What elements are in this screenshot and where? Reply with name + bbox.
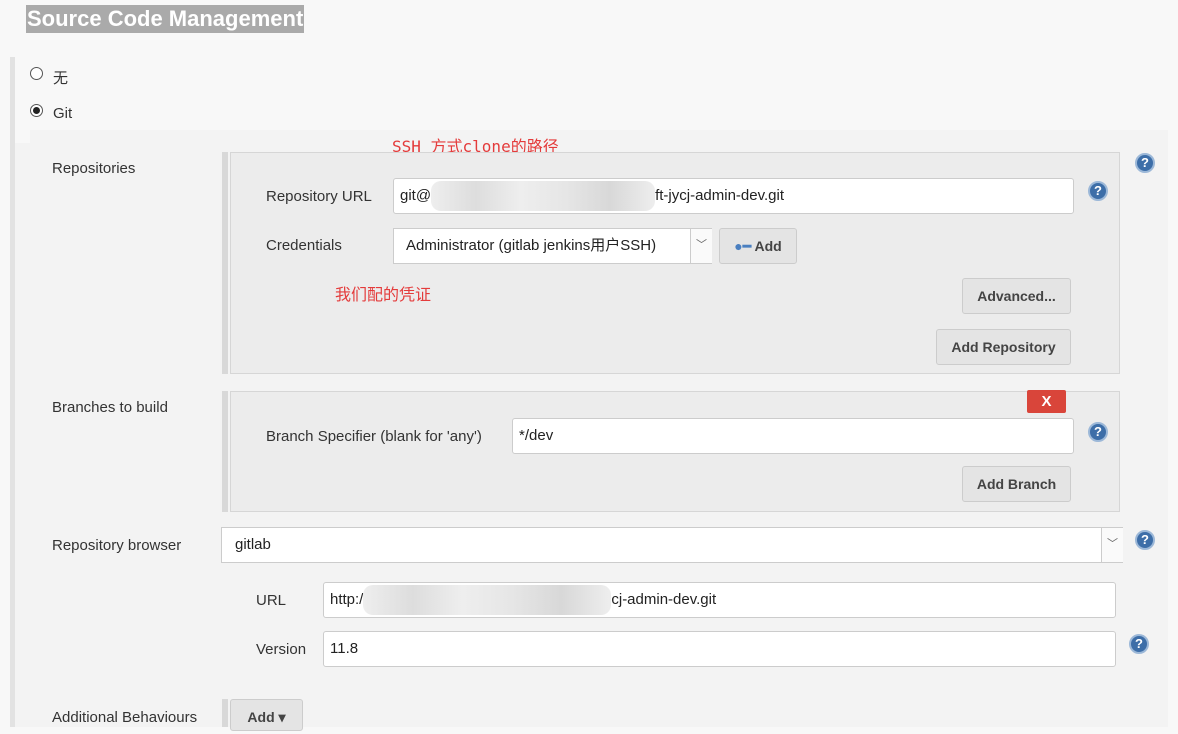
browser-url-input[interactable]: http:/ cj-admin-dev.git — [323, 582, 1116, 618]
additional-bar — [222, 699, 228, 727]
add-label: Add — [247, 709, 275, 725]
repositories-label: Repositories — [52, 160, 136, 177]
repository-url-input[interactable]: git@ ft-jycj-admin-dev.git — [393, 178, 1074, 214]
url-suffix: ft-jycj-admin-dev.git — [655, 187, 784, 204]
redacted-blur — [363, 585, 612, 616]
url-suffix: cj-admin-dev.git — [611, 591, 717, 608]
browser-url-label: URL — [256, 592, 287, 609]
chevron-down-icon[interactable]: ﹀ — [690, 229, 712, 263]
add-label: Add — [754, 238, 782, 254]
add-behaviour-button[interactable]: Add ▾ — [230, 699, 303, 731]
caret-down-icon: ▾ — [278, 709, 286, 725]
radio-git[interactable] — [30, 104, 43, 117]
credentials-select[interactable]: Administrator (gitlab jenkins用户SSH) — [393, 228, 712, 264]
credentials-label: Credentials — [266, 237, 342, 254]
branches-bar — [222, 391, 228, 512]
url-prefix: git@ — [400, 187, 432, 204]
repository-browser-select[interactable]: gitlab — [221, 527, 1123, 563]
panel-bg — [15, 143, 30, 727]
add-credentials-button[interactable]: ●━ Add — [719, 228, 797, 264]
help-icon[interactable]: ? — [1135, 530, 1155, 550]
radio-git-label: Git — [53, 105, 73, 122]
add-branch-button[interactable]: Add Branch — [962, 466, 1071, 502]
help-icon[interactable]: ? — [1135, 153, 1155, 173]
add-repository-button[interactable]: Add Repository — [936, 329, 1071, 365]
repositories-bar — [222, 152, 228, 374]
version-label: Version — [256, 641, 307, 658]
help-icon[interactable]: ? — [1129, 634, 1149, 654]
additional-behaviours-label: Additional Behaviours — [52, 709, 198, 726]
help-icon[interactable]: ? — [1088, 181, 1108, 201]
branch-specifier-input[interactable]: */dev — [512, 418, 1074, 454]
delete-branch-button[interactable]: X — [1027, 390, 1066, 413]
chevron-down-icon[interactable]: ﹀ — [1101, 528, 1123, 562]
credentials-annotation: 我们配的凭证 — [335, 285, 432, 304]
url-prefix: http:/ — [330, 591, 364, 608]
help-icon[interactable]: ? — [1088, 422, 1108, 442]
section-title: Source Code Management — [26, 5, 305, 33]
radio-none-label: 无 — [53, 70, 69, 87]
branch-specifier-label: Branch Specifier (blank for 'any') — [266, 428, 482, 445]
advanced-button[interactable]: Advanced... — [962, 278, 1071, 314]
version-input[interactable]: 11.8 — [323, 631, 1116, 667]
credentials-value: Administrator (gitlab jenkins用户SSH) — [406, 237, 657, 254]
repository-url-label: Repository URL — [266, 188, 372, 205]
repository-browser-label: Repository browser — [52, 537, 182, 554]
redacted-blur — [431, 181, 656, 212]
radio-none[interactable] — [30, 67, 43, 80]
branches-label: Branches to build — [52, 399, 168, 416]
key-icon: ●━ — [734, 238, 752, 254]
